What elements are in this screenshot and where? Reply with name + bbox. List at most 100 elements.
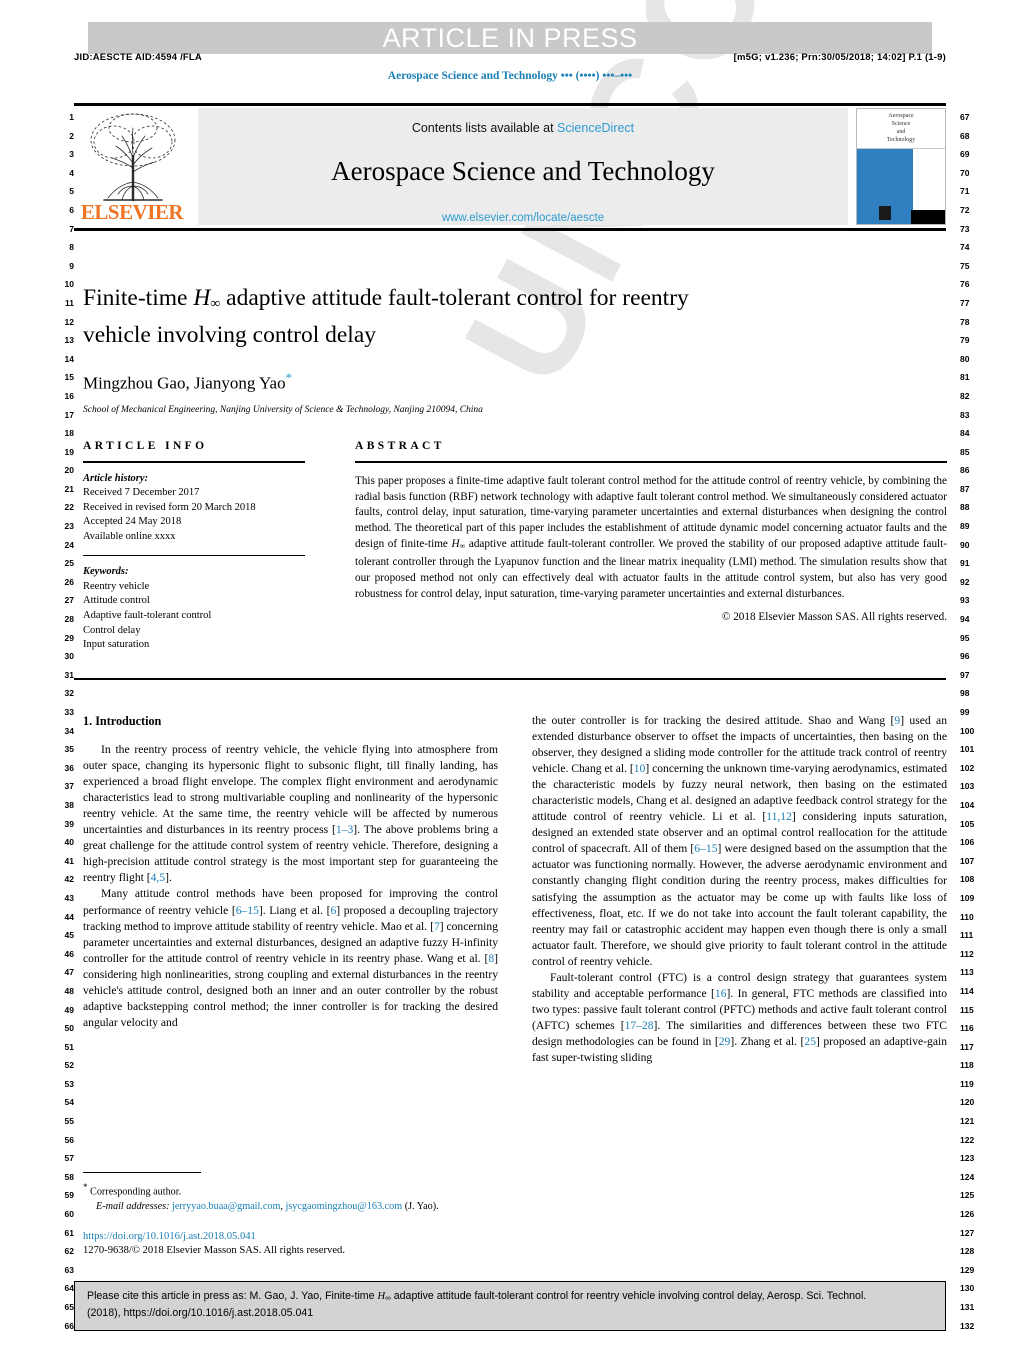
abstract-copyright: © 2018 Elsevier Masson SAS. All rights r…: [721, 611, 947, 624]
line-number: 81: [960, 372, 970, 383]
line-number: 113: [960, 967, 974, 978]
paper-page: UNCORRECTED PROOF ARTICLE IN PRESS JID:A…: [0, 0, 1020, 1351]
line-number: 39: [64, 818, 74, 829]
line-number: 36: [64, 762, 74, 773]
line-number: 50: [64, 1023, 74, 1034]
line-number: 84: [960, 428, 970, 439]
citation-link[interactable]: 6–15: [694, 842, 717, 855]
line-number: 116: [960, 1023, 974, 1034]
citation-link[interactable]: 16: [715, 987, 727, 1000]
citation-link[interactable]: 1–3: [336, 823, 353, 836]
line-number: 109: [960, 892, 975, 903]
line-number: 71: [960, 186, 970, 197]
history-item: Accepted 24 May 2018: [83, 516, 182, 528]
line-number: 54: [64, 1097, 74, 1108]
keywords-separator-rule: [83, 554, 305, 557]
citation-link[interactable]: 11,12: [766, 810, 792, 823]
line-number: 42: [64, 874, 74, 885]
line-number: 96: [960, 651, 970, 662]
imprint-block: https://doi.org/10.1016/j.ast.2018.05.04…: [83, 1230, 498, 1259]
cover-line-4: Technology: [886, 137, 916, 143]
line-number: 72: [960, 204, 970, 215]
elsevier-logo: ELSEVIER: [74, 108, 192, 225]
jid-aid-label: JID:AESCTE AID:4594 /FLA: [74, 52, 202, 63]
line-number: 24: [64, 539, 74, 550]
line-number: 70: [960, 167, 970, 178]
citation-link[interactable]: 8: [488, 952, 494, 965]
article-history-group: Article history: Received 7 December 201…: [83, 472, 305, 545]
production-meta-row: JID:AESCTE AID:4594 /FLA [m5G; v1.236; P…: [74, 52, 946, 63]
doi-link[interactable]: https://doi.org/10.1016/j.ast.2018.05.04…: [83, 1230, 498, 1245]
line-number: 27: [64, 595, 74, 606]
masthead-bottom-rule: [74, 228, 946, 231]
line-number: 82: [960, 390, 970, 401]
line-number: 43: [64, 892, 74, 903]
journal-homepage-link[interactable]: www.elsevier.com/locate/aescte: [198, 187, 848, 224]
abstract-rule: [355, 461, 947, 463]
line-number: 106: [960, 837, 975, 848]
line-number: 69: [960, 149, 970, 160]
line-number: 65: [64, 1302, 74, 1312]
contents-lists-line: Contents lists available at ScienceDirec…: [198, 108, 848, 135]
line-number: 127: [960, 1227, 975, 1238]
author-names: Mingzhou Gao, Jianyong Yao: [83, 373, 286, 393]
sciencedirect-link[interactable]: ScienceDirect: [557, 121, 634, 135]
cover-line-2: Science: [891, 121, 911, 127]
article-in-press-label: ARTICLE IN PRESS: [382, 23, 638, 53]
section-heading-introduction: 1. Introduction: [83, 714, 162, 728]
citation-link[interactable]: 7: [434, 920, 440, 933]
line-number: 129: [960, 1264, 975, 1275]
title-math-h: H: [193, 285, 211, 311]
line-number: 37: [64, 781, 74, 792]
title-line-2: vehicle involving control delay: [83, 321, 377, 348]
line-number: 33: [64, 707, 74, 717]
line-number: 78: [960, 316, 970, 327]
abstract-column: ABSTRACT This paper proposes a finite-ti…: [355, 440, 947, 623]
keyword-item: Control delay: [83, 624, 141, 636]
line-number: 108: [960, 874, 975, 885]
citation-link[interactable]: 4,5: [151, 871, 166, 884]
journal-title: Aerospace Science and Technology: [331, 156, 715, 186]
paragraph: Many attitude control methods have been …: [83, 887, 498, 1029]
corresponding-author-marker[interactable]: *: [286, 370, 293, 385]
cite-suffix: adaptive attitude fault-tolerant control…: [390, 1290, 867, 1302]
line-number: 63: [64, 1264, 74, 1275]
line-number: 74: [960, 242, 970, 253]
line-numbers-left: 1 2 3 4 5 6 7 8 9 10 11 12 13 14 15 16 17 18 19 20 21 22 23 24 2…: [48, 108, 74, 1335]
journal-cover-thumbnail: Aerospace Science and Technology: [856, 108, 946, 225]
citation-link[interactable]: 10: [634, 762, 646, 775]
email-link-1[interactable]: jerryyao.buaa@gmail.com: [172, 1201, 280, 1212]
line-number: 102: [960, 762, 975, 773]
keyword-item: Input saturation: [83, 639, 150, 651]
line-number: 59: [64, 1190, 74, 1201]
line-number: 121: [960, 1116, 975, 1127]
history-item: Received in revised form 20 March 2018: [83, 501, 256, 513]
keywords-label: Keywords:: [83, 566, 129, 578]
asterisk-icon: *: [83, 1182, 88, 1193]
citation-link[interactable]: 17–28: [625, 1019, 654, 1032]
line-number: 57: [64, 1153, 74, 1164]
article-in-press-banner: ARTICLE IN PRESS: [88, 22, 932, 54]
citation-link[interactable]: 29: [719, 1035, 731, 1048]
line-number: 115: [960, 1004, 974, 1015]
citation-link[interactable]: 6–15: [236, 904, 259, 917]
line-number: 38: [64, 799, 74, 810]
line-number: 44: [64, 911, 74, 922]
line-number: 79: [960, 335, 970, 346]
line-number: 89: [960, 521, 970, 532]
line-number: 85: [960, 446, 970, 457]
cite-prefix: Please cite this article in press as: M.…: [87, 1290, 378, 1302]
body-column-left: 1. Introduction In the reentry process o…: [83, 713, 498, 1031]
line-number: 87: [960, 483, 970, 494]
line-number: 88: [960, 502, 970, 513]
line-number: 97: [960, 669, 970, 680]
footnote-block: * Corresponding author. E-mail addresses…: [83, 1172, 498, 1259]
line-number: 107: [960, 855, 975, 866]
line-number: 32: [64, 688, 74, 699]
citation-link[interactable]: 9: [894, 714, 900, 727]
article-info-column: ARTICLE INFO Article history: Received 7…: [83, 440, 305, 653]
citation-link[interactable]: 25: [804, 1035, 816, 1048]
citation-link[interactable]: 6: [330, 904, 336, 917]
email-link-2[interactable]: jsycgaomingzhou@163.com: [286, 1201, 403, 1212]
line-number: 5: [69, 186, 74, 197]
